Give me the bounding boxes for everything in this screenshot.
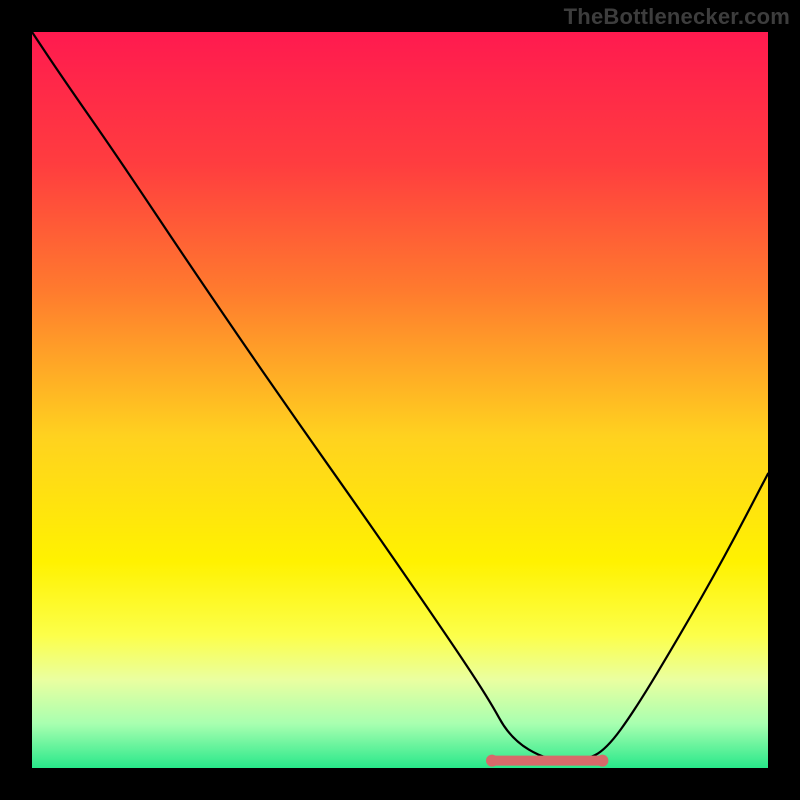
chart-frame: TheBottlenecker.com: [0, 0, 800, 800]
watermark-label: TheBottlenecker.com: [564, 4, 790, 30]
valley-endpoint-right: [596, 755, 608, 767]
plot-area: [32, 32, 768, 768]
valley-endpoint-left: [486, 755, 498, 767]
chart-background: [32, 32, 768, 768]
chart-svg: [32, 32, 768, 768]
